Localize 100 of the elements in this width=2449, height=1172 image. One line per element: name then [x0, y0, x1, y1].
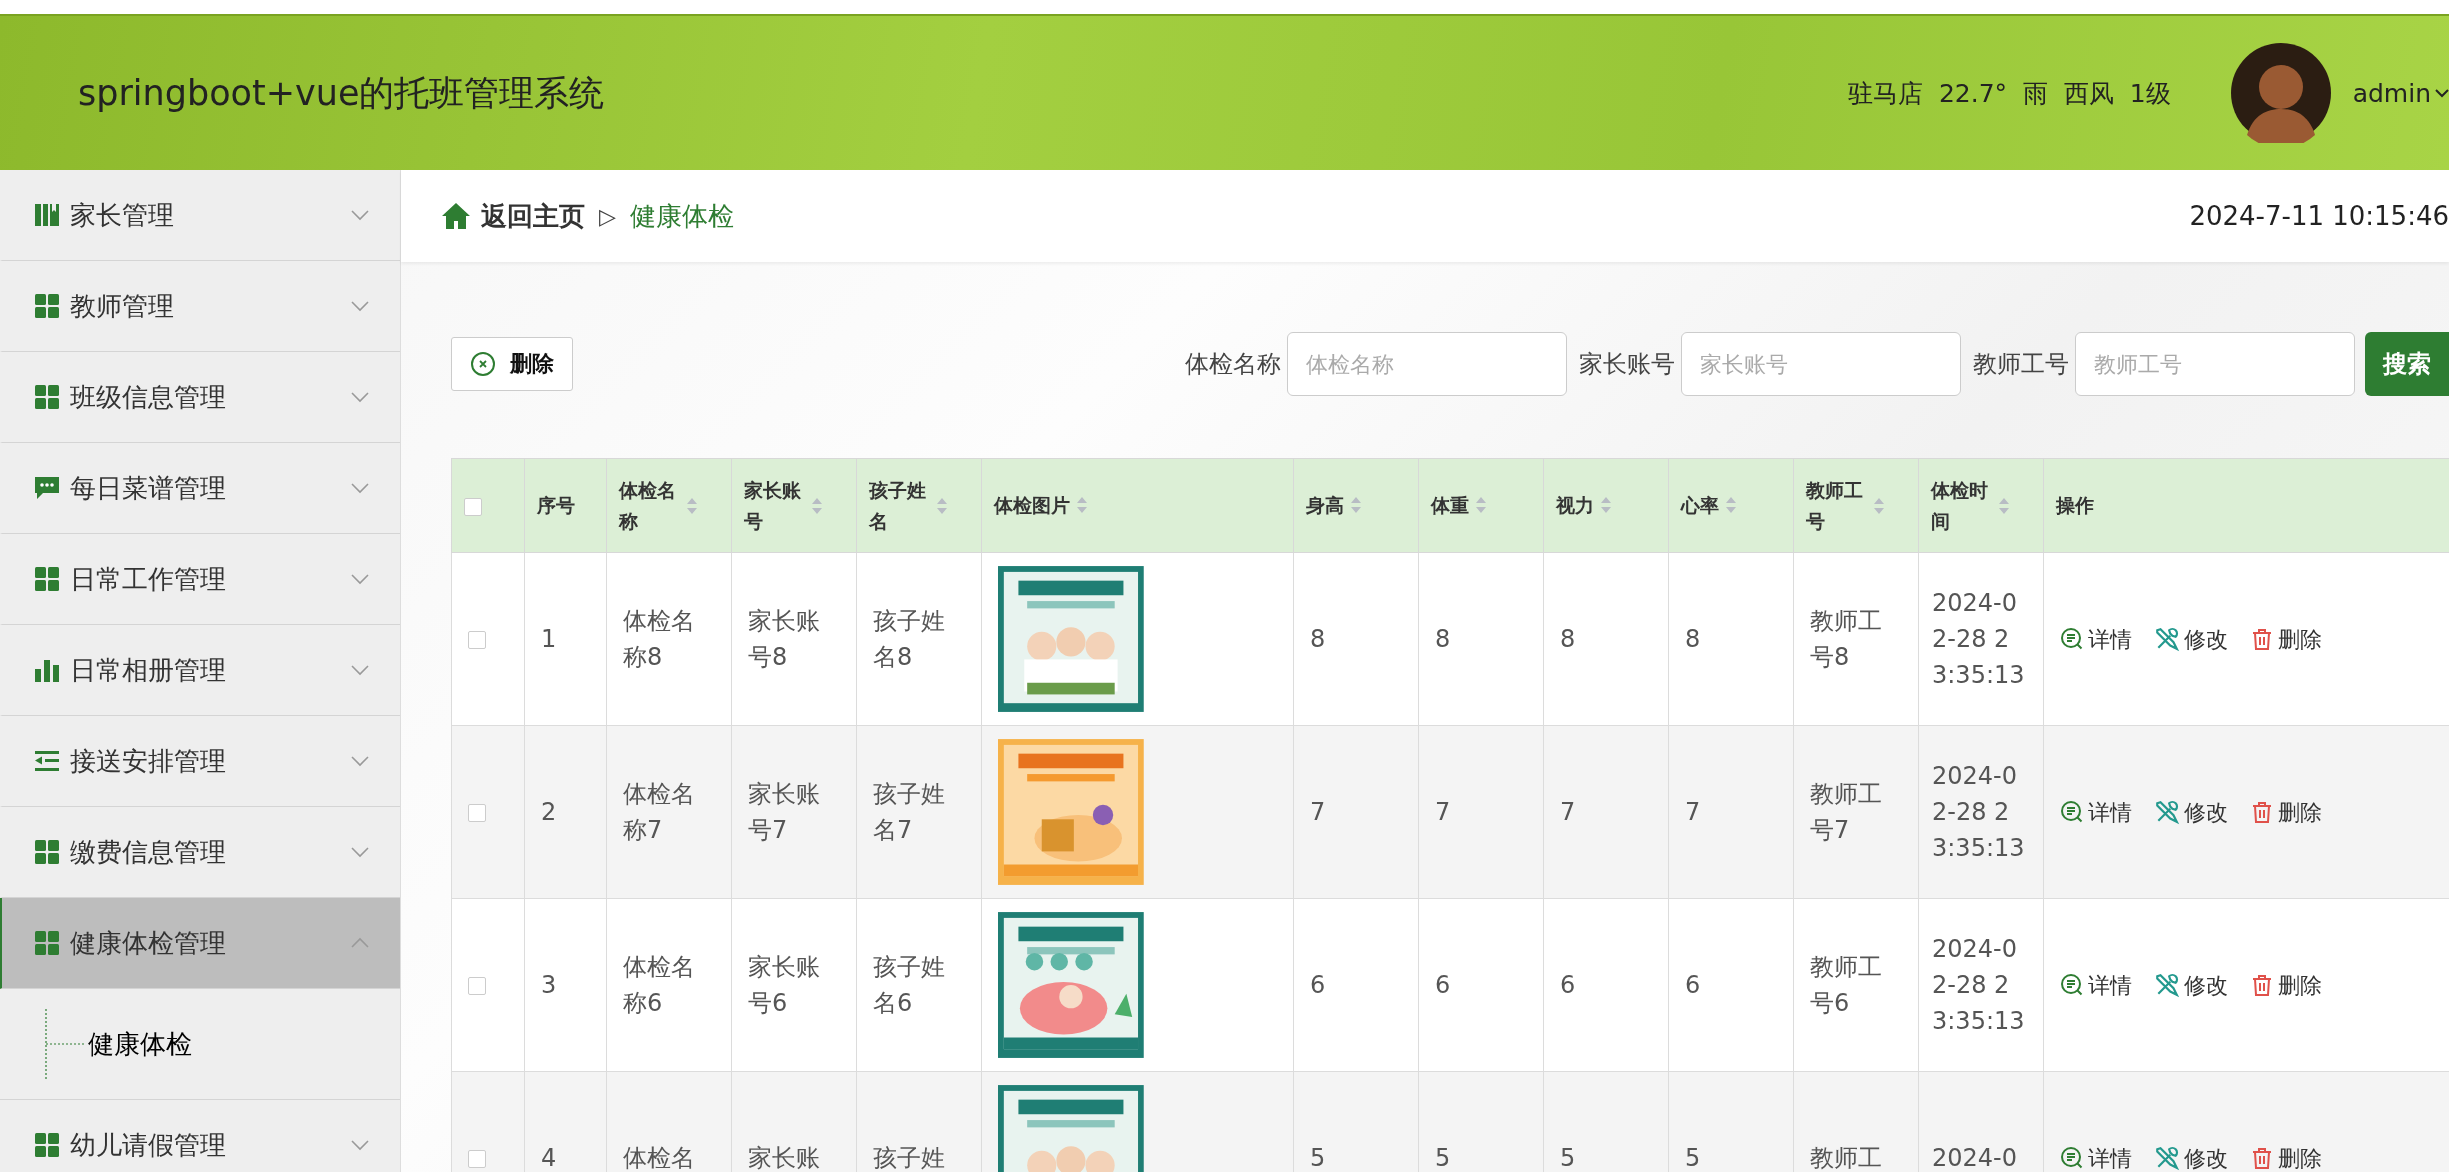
- table-cell: 8: [1668, 552, 1794, 726]
- table-cell: 教师工号7: [1793, 725, 1919, 899]
- trash-icon: [2250, 1146, 2274, 1170]
- column-header: 身高: [1306, 493, 1344, 519]
- column-header-cell[interactable]: 体检名称: [606, 458, 732, 553]
- bar-chart-icon: [34, 657, 60, 683]
- edit-link[interactable]: 修改: [2154, 1141, 2228, 1172]
- user-menu[interactable]: admin: [2352, 78, 2449, 108]
- table-cell: 孩子姓名6: [856, 898, 982, 1072]
- column-header: 孩子姓名: [869, 478, 927, 534]
- column-header-cell[interactable]: 家长账号: [731, 458, 857, 553]
- filter-label: 教师工号: [1973, 349, 2069, 380]
- column-header-cell[interactable]: 体检时间: [1918, 458, 2044, 553]
- table-cell: 教师工号8: [1793, 552, 1919, 726]
- edit-link[interactable]: 修改: [2154, 968, 2228, 1002]
- delete-link[interactable]: 删除: [2250, 795, 2322, 829]
- table-cell: 1: [524, 552, 607, 726]
- home-link[interactable]: 返回主页: [481, 198, 585, 234]
- sort-icon[interactable]: [1475, 496, 1487, 515]
- filter-field[interactable]: 教师工号: [2075, 332, 2355, 396]
- column-header-cell[interactable]: 教师工号: [1793, 458, 1919, 553]
- filter-field[interactable]: 家长账号: [1681, 332, 1961, 396]
- filter-label: 体检名称: [1185, 349, 1281, 380]
- tools-icon: [2154, 1145, 2180, 1171]
- app-title: springboot+vue的托班管理系统: [78, 71, 606, 115]
- sort-icon[interactable]: [1600, 496, 1612, 515]
- chevron-icon: [350, 482, 370, 494]
- table-cell: 家长账号8: [731, 552, 857, 726]
- book-icon: [34, 202, 60, 228]
- sort-icon[interactable]: [1350, 496, 1362, 515]
- chevron-icon: [350, 755, 370, 767]
- chat-icon: [34, 475, 60, 501]
- sort-icon[interactable]: [1997, 496, 2010, 515]
- delete-link[interactable]: 删除: [2250, 1141, 2322, 1172]
- table-cell: 体检名称7: [606, 725, 732, 899]
- sort-icon[interactable]: [1872, 496, 1885, 515]
- table-cell: 孩子姓名7: [856, 725, 982, 899]
- column-header-cell[interactable]: 体重: [1418, 458, 1544, 553]
- delete-link[interactable]: 删除: [2250, 968, 2322, 1002]
- column-header-cell[interactable]: 视力: [1543, 458, 1669, 553]
- column-header: 体检时间: [1931, 478, 1989, 534]
- sort-icon[interactable]: [1725, 496, 1737, 515]
- table-cell: 体检名称8: [606, 552, 732, 726]
- search-list-icon: [2060, 973, 2084, 997]
- home-icon[interactable]: [441, 202, 471, 230]
- delete-button[interactable]: 删除: [451, 337, 573, 391]
- table-cell: 家长账号6: [731, 898, 857, 1072]
- weather-text: 驻马店 22.7° 雨 西风 1级: [1848, 77, 2171, 110]
- sidebar-item[interactable]: 健康体检管理: [0, 898, 400, 989]
- column-header-cell[interactable]: 孩子姓名: [856, 458, 982, 553]
- grid-icon: [34, 1132, 60, 1158]
- sort-icon[interactable]: [685, 496, 698, 515]
- table-cell: 7: [1293, 725, 1419, 899]
- row-checkbox[interactable]: [468, 804, 486, 822]
- grid-icon: [34, 566, 60, 592]
- detail-link[interactable]: 详情: [2060, 622, 2132, 656]
- tools-icon: [2154, 626, 2180, 652]
- table-cell: 2: [524, 725, 607, 899]
- chevron-icon: [350, 300, 370, 312]
- column-header: 体检名称: [619, 478, 677, 534]
- detail-link[interactable]: 详情: [2060, 1141, 2132, 1172]
- column-header: 体检图片: [994, 493, 1070, 519]
- avatar-icon[interactable]: [2230, 43, 2331, 143]
- search-list-icon: [2060, 1146, 2084, 1170]
- edit-link[interactable]: 修改: [2154, 795, 2228, 829]
- filter-field[interactable]: 体检名称: [1287, 332, 1567, 396]
- search-button[interactable]: 搜索: [2365, 332, 2449, 396]
- edit-link[interactable]: 修改: [2154, 622, 2228, 656]
- table-cell: 8: [1293, 552, 1419, 726]
- table-cell: 2024-02-28 23:35:13: [1918, 725, 2044, 899]
- search-list-icon: [2060, 627, 2084, 651]
- sort-icon[interactable]: [1076, 496, 1088, 515]
- datetime: 2024-7-11 10:15:46: [2189, 201, 2449, 231]
- row-checkbox[interactable]: [468, 631, 486, 649]
- chevron-icon: [350, 937, 370, 949]
- table-cell: 7: [1668, 725, 1794, 899]
- table-cell: 8: [1418, 552, 1544, 726]
- select-all-checkbox[interactable]: [464, 498, 482, 516]
- column-header-cell[interactable]: 序号: [524, 458, 607, 553]
- column-header: 操作: [2056, 493, 2094, 519]
- column-header-cell[interactable]: 体检图片: [981, 458, 1294, 553]
- column-header: 心率: [1681, 493, 1719, 519]
- tools-icon: [2154, 972, 2180, 998]
- table-cell: 6: [1668, 898, 1794, 1072]
- sort-icon[interactable]: [935, 496, 948, 515]
- row-checkbox[interactable]: [468, 977, 486, 995]
- column-header-cell[interactable]: 心率: [1668, 458, 1794, 553]
- delete-link[interactable]: 删除: [2250, 622, 2322, 656]
- table-cell: 孩子姓名8: [856, 552, 982, 726]
- chevron-icon: [350, 1139, 370, 1151]
- detail-link[interactable]: 详情: [2060, 968, 2132, 1002]
- sidebar-subitem[interactable]: 健康体检: [44, 1009, 192, 1079]
- table-cell: 7: [1543, 725, 1669, 899]
- detail-link[interactable]: 详情: [2060, 795, 2132, 829]
- table-cell: 6: [1293, 898, 1419, 1072]
- breadcrumb-separator: ▷: [599, 203, 616, 229]
- column-header-cell[interactable]: 操作: [2043, 458, 2449, 553]
- sort-icon[interactable]: [810, 496, 823, 515]
- column-header-cell[interactable]: 身高: [1293, 458, 1419, 553]
- row-checkbox[interactable]: [468, 1150, 486, 1168]
